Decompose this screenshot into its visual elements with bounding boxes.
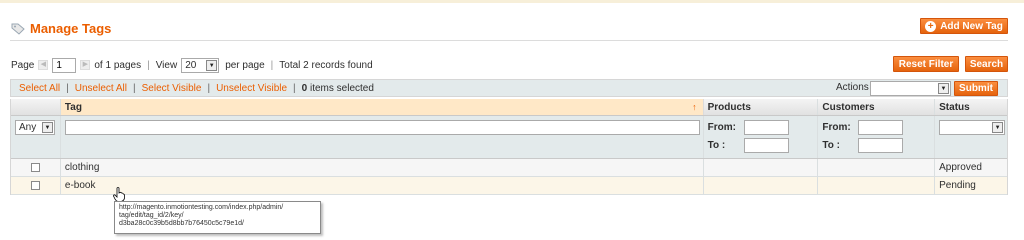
next-page-icon[interactable]: ▶ (80, 60, 91, 70)
massaction-column-header (11, 99, 61, 115)
products-from-input[interactable] (743, 120, 789, 135)
view-label: View (155, 59, 178, 71)
grid-filter-row: Any ▼ From: To : From: To : ▼ (11, 116, 1007, 159)
row-checkbox[interactable] (30, 181, 40, 190)
select-visible-link[interactable]: Select Visible (142, 83, 202, 94)
column-header-products[interactable]: Products (704, 99, 819, 115)
products-from-label: From: (707, 122, 736, 133)
items-selected-label: items selected (310, 82, 374, 94)
column-header-status[interactable]: Status (935, 99, 1007, 115)
tag-icon (11, 23, 25, 35)
tooltip-line-1: http://magento.inmotiontesting.com/index… (119, 204, 284, 211)
row-checkbox-cell (11, 159, 61, 176)
status-cell: Pending (939, 180, 976, 191)
products-to-input[interactable] (743, 138, 789, 153)
row-checkbox[interactable] (30, 163, 40, 172)
page-number-input[interactable] (52, 57, 77, 73)
chevron-down-icon: ▼ (938, 83, 949, 94)
add-new-tag-label: Add New Tag (940, 20, 1003, 32)
massaction-filter-select[interactable]: Any ▼ (15, 120, 55, 135)
massaction-separator: | (66, 82, 69, 94)
tag-filter-input[interactable] (64, 120, 700, 135)
sort-ascending-icon: ↑ (692, 102, 697, 112)
tag-cell: clothing (61, 159, 704, 176)
customers-cell (818, 159, 936, 176)
chevron-down-icon: ▼ (206, 59, 218, 71)
customers-to-input[interactable] (858, 138, 904, 153)
header-divider (10, 40, 1008, 41)
products-cell (704, 177, 819, 194)
tooltip-line-2: tag/edit/tag_id/2/key/ (119, 212, 184, 219)
tooltip-line-3: d3ba28c0c39b5d8bb7b76450c5c79e1d/ (119, 220, 244, 227)
hand-cursor-icon (113, 187, 125, 202)
chevron-down-icon: ▼ (42, 122, 53, 133)
customers-filter-cell: From: To : (818, 116, 936, 158)
massaction-filter-cell: Any ▼ (11, 116, 61, 158)
massaction-separator: | (133, 82, 136, 94)
page-label: Page (11, 59, 35, 71)
tags-grid: Tag ↑ Products Customers Status Any ▼ Fr… (10, 99, 1008, 195)
top-border (0, 0, 1024, 3)
link-url-tooltip: http://magento.inmotiontesting.com/index… (114, 201, 321, 234)
per-page-value: 20 (185, 59, 197, 71)
table-row[interactable]: e-book Pending (11, 177, 1007, 195)
customers-from-label: From: (822, 122, 851, 133)
products-cell (704, 159, 819, 176)
of-pages-label: of 1 pages (94, 59, 142, 71)
products-to-label: To : (707, 140, 726, 151)
customers-from-input[interactable] (858, 120, 904, 135)
per-page-select[interactable]: 20 ▼ (181, 57, 220, 73)
records-found: Total 2 records found (279, 59, 373, 71)
products-filter-cell: From: To : (704, 116, 819, 158)
status-filter-cell: ▼ (935, 116, 1007, 158)
grid-header-row: Tag ↑ Products Customers Status (11, 99, 1007, 116)
unselect-visible-link[interactable]: Unselect Visible (216, 83, 287, 94)
massaction-separator: | (207, 82, 211, 94)
column-header-tag[interactable]: Tag ↑ (60, 99, 704, 115)
per-page-label: per page (225, 59, 265, 71)
column-header-customers[interactable]: Customers (818, 99, 936, 115)
unselect-all-link[interactable]: Unselect All (75, 83, 127, 94)
select-all-link[interactable]: Select All (19, 83, 60, 94)
massaction-separator: | (293, 82, 296, 94)
add-new-tag-button[interactable]: + Add New Tag (920, 18, 1008, 34)
massaction-filter-value: Any (19, 122, 37, 133)
tag-cell: e-book (61, 177, 704, 194)
pager: Page ◀ ▶ of 1 pages | View 20 ▼ per page… (11, 57, 373, 73)
chevron-down-icon: ▼ (992, 122, 1004, 133)
page-title: Manage Tags (30, 21, 112, 36)
column-header-tag-label: Tag (64, 102, 82, 113)
status-filter-select[interactable]: ▼ (939, 120, 1006, 135)
items-selected-count: 0 (301, 82, 308, 94)
previous-page-icon[interactable]: ◀ (38, 60, 49, 70)
row-checkbox-cell (11, 177, 61, 194)
reset-filter-button[interactable]: Reset Filter (893, 56, 959, 72)
customers-cell (818, 177, 936, 194)
pager-separator: | (147, 59, 150, 71)
search-button[interactable]: Search (965, 56, 1008, 72)
plus-icon: + (925, 20, 937, 32)
customers-to-label: To : (822, 140, 840, 151)
pager-separator: | (270, 59, 274, 71)
actions-label: Actions (836, 82, 869, 93)
tag-filter-cell (61, 116, 704, 158)
status-cell: Approved (939, 162, 982, 173)
actions-select[interactable]: ▼ (870, 81, 951, 96)
submit-button[interactable]: Submit (954, 81, 998, 96)
table-row[interactable]: clothing Approved (11, 159, 1007, 177)
